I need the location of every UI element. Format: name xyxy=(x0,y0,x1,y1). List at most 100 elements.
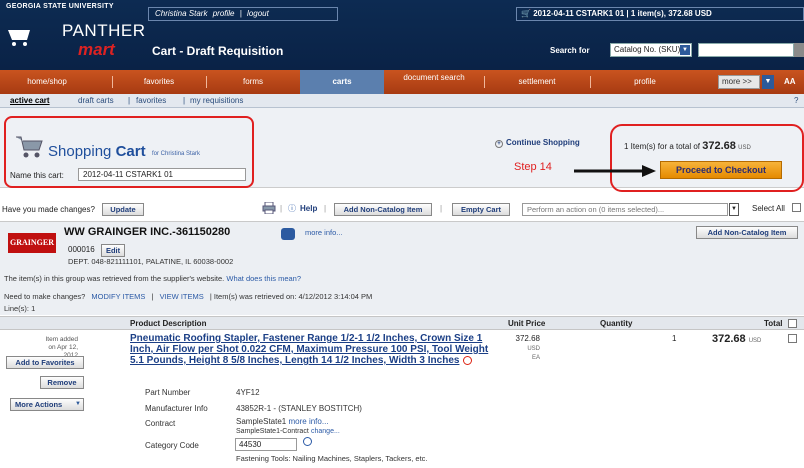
category-code-label: Category Code xyxy=(145,441,199,450)
changes-question: Need to make changes? xyxy=(4,292,86,301)
search-icon[interactable] xyxy=(303,437,312,446)
supplier-changes-row: Need to make changes? MODIFY ITEMS | VIE… xyxy=(4,292,372,301)
printer-icon[interactable] xyxy=(262,202,276,214)
contract-name: SampleState1 xyxy=(236,417,287,426)
what-does-this-mean-link[interactable]: What does this mean? xyxy=(226,274,301,283)
nav-more-select[interactable]: more >> xyxy=(718,75,760,89)
category-description: Fastening Tools: Nailing Machines, Stapl… xyxy=(236,454,428,463)
supplier-badge-icon xyxy=(281,228,295,240)
contract-sub: SampleState1-Contract xyxy=(236,428,309,435)
nav-document-search[interactable]: document search xyxy=(384,70,484,94)
cart-status-text: 2012-04-11 CSTARK1 01 | 1 item(s), 372.6… xyxy=(533,9,712,18)
user-name: Christina Stark xyxy=(155,9,208,18)
add-non-catalog-item-supplier-button[interactable]: Add Non-Catalog Item xyxy=(696,226,798,239)
more-actions-label: More Actions xyxy=(15,400,63,409)
subnav-favorites[interactable]: favorites xyxy=(136,96,166,105)
col-product-description: Product Description xyxy=(130,319,207,328)
add-to-favorites-button[interactable]: Add to Favorites xyxy=(6,356,84,369)
shopping-cart-heading: Shopping Cart xyxy=(48,143,146,160)
help-icon[interactable]: ⓘ xyxy=(288,203,296,214)
edit-supplier-button[interactable]: Edit xyxy=(100,244,125,257)
cart-name-input[interactable]: 2012-04-11 CSTARK1 01 xyxy=(78,168,246,181)
empty-cart-button[interactable]: Empty Cart xyxy=(452,203,510,216)
separator: | xyxy=(324,204,327,213)
search-type-select[interactable]: Catalog No. (SKU) ▼ xyxy=(610,43,692,57)
remove-button[interactable]: Remove xyxy=(40,376,84,389)
continue-shopping-link[interactable]: + Continue Shopping xyxy=(495,138,580,148)
line-total: 372.68 USD xyxy=(712,333,761,345)
separator: | xyxy=(183,96,186,105)
contract-value: SampleState1 more info... SampleState1-C… xyxy=(236,417,340,435)
mini-cart-icon: 🛒 xyxy=(521,9,534,18)
main-nav: home/shop favorites forms carts document… xyxy=(0,70,804,94)
select-all-label: Select All xyxy=(752,204,785,213)
contract-label: Contract xyxy=(145,419,176,428)
changes-label: Have you made changes? xyxy=(2,205,95,214)
heading-plain: Shopping xyxy=(48,143,116,160)
col-quantity: Quantity xyxy=(600,319,633,328)
unit-price-value: 372.68 xyxy=(515,334,540,343)
chevron-down-icon[interactable]: ▼ xyxy=(762,75,774,89)
chevron-down-icon: ▼ xyxy=(680,45,690,55)
app-header: GEORGIA STATE UNIVERSITY PANTHER mart Ch… xyxy=(0,0,804,70)
continue-shopping-label: Continue Shopping xyxy=(506,138,580,147)
page-title: Cart - Draft Requisition xyxy=(152,44,284,58)
item-select-checkbox[interactable] xyxy=(788,334,797,343)
nav-forms[interactable]: forms xyxy=(206,70,300,94)
unit-price: 372.68 USD EA xyxy=(508,334,540,361)
contract-more-info-link[interactable]: more info... xyxy=(289,417,329,426)
view-items-link[interactable]: VIEW ITEMS xyxy=(160,292,204,301)
select-all-checkbox[interactable] xyxy=(792,203,801,212)
separator: | xyxy=(440,204,443,213)
subnav-draft-carts[interactable]: draft carts xyxy=(78,96,114,105)
logout-link[interactable]: logout xyxy=(247,9,269,18)
contract-change-link[interactable]: change... xyxy=(311,428,340,435)
add-non-catalog-item-button[interactable]: Add Non-Catalog Item xyxy=(334,203,432,216)
search-go-button[interactable] xyxy=(794,43,804,57)
subnav-my-requisitions[interactable]: my requisitions xyxy=(190,96,243,105)
part-number-value: 4YF12 xyxy=(236,388,260,397)
line-total-value: 372.68 xyxy=(712,333,746,345)
summary-text: 1 Item(s) for a total of xyxy=(624,142,701,151)
cart-logo-icon xyxy=(8,30,30,46)
plus-icon: + xyxy=(495,140,503,148)
annotation-highlight-checkout xyxy=(610,124,804,192)
supplier-logo: GRAINGER xyxy=(8,233,56,253)
quantity-value[interactable]: 1 xyxy=(672,334,676,343)
summary-currency: USD xyxy=(738,145,751,151)
nav-home-shop[interactable]: home/shop xyxy=(0,70,94,94)
separator: | xyxy=(239,9,242,18)
supplier-number-value: 000016 xyxy=(68,245,95,254)
supplier-more-info-link[interactable]: more info... xyxy=(305,228,343,237)
user-bar: Christina Stark profile | logout xyxy=(148,7,338,21)
product-title-link[interactable]: Pneumatic Roofing Stapler, Fastener Rang… xyxy=(130,333,502,366)
text-size-button[interactable]: AA xyxy=(784,70,796,94)
product-title-text: Pneumatic Roofing Stapler, Fastener Rang… xyxy=(130,333,489,366)
help-icon[interactable]: ? xyxy=(794,96,798,105)
more-actions-button[interactable]: More Actions ▼ xyxy=(10,398,84,411)
unit-price-currency: USD xyxy=(527,346,540,352)
category-code-input[interactable]: 44530 xyxy=(235,438,297,451)
header-select-checkbox[interactable] xyxy=(788,319,797,328)
profile-link[interactable]: profile xyxy=(213,9,235,18)
modify-items-link[interactable]: MODIFY ITEMS xyxy=(91,292,145,301)
nav-favorites[interactable]: favorites xyxy=(112,70,206,94)
nav-carts[interactable]: carts xyxy=(300,70,384,94)
nav-settlement[interactable]: settlement xyxy=(484,70,590,94)
shopping-cart-icon xyxy=(16,136,43,158)
cart-owner: for Christina Stark xyxy=(152,151,201,157)
supplier-note: The item(s) in this group was retrieved … xyxy=(4,274,301,283)
line-count: Line(s): 1 xyxy=(4,304,36,313)
subnav-active-cart[interactable]: active cart xyxy=(10,96,50,105)
chevron-down-icon: ▼ xyxy=(75,401,81,407)
help-link[interactable]: Help xyxy=(300,204,317,213)
proceed-to-checkout-button[interactable]: Proceed to Checkout xyxy=(660,161,782,179)
chevron-down-icon[interactable]: ▼ xyxy=(729,203,739,216)
search-input[interactable] xyxy=(698,43,794,57)
bulk-action-select[interactable]: Perform an action on (0 items selected).… xyxy=(522,203,728,216)
supplier-name: WW GRAINGER INC.-361150280 xyxy=(64,226,231,238)
nav-profile[interactable]: profile xyxy=(590,70,700,94)
cart-status-bar[interactable]: 🛒 2012-04-11 CSTARK1 01 | 1 item(s), 372… xyxy=(516,7,804,21)
part-number-label: Part Number xyxy=(145,388,191,397)
update-button[interactable]: Update xyxy=(102,203,144,216)
